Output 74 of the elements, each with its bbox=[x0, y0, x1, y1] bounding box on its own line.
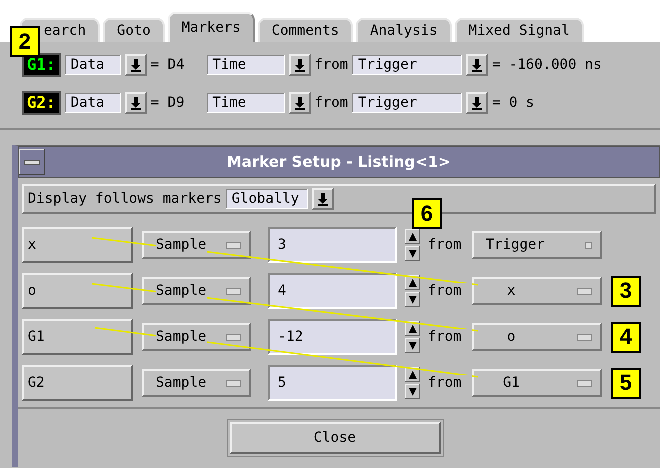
down-arrow-icon bbox=[294, 96, 306, 110]
dropdown-button[interactable] bbox=[124, 54, 147, 76]
up-arrow-icon bbox=[408, 278, 418, 288]
marker-name-button[interactable]: o bbox=[22, 273, 133, 309]
marker-label: G1: bbox=[27, 56, 56, 74]
down-arrow-icon bbox=[408, 294, 418, 304]
callout-number: 5 bbox=[611, 368, 641, 398]
reference-option[interactable]: o bbox=[472, 323, 602, 351]
unit-option[interactable]: Sample bbox=[142, 231, 251, 259]
unit-option[interactable]: Sample bbox=[142, 323, 251, 351]
decrement-button[interactable] bbox=[405, 246, 420, 261]
window-title: Marker Setup - Listing<1> bbox=[226, 153, 452, 171]
callout-number: 6 bbox=[412, 198, 442, 229]
increment-button[interactable] bbox=[405, 321, 420, 336]
tab[interactable]: Markers bbox=[168, 12, 255, 42]
offset-input[interactable]: -12 bbox=[268, 319, 397, 355]
reference-option[interactable]: Trigger bbox=[472, 231, 602, 259]
down-arrow-icon bbox=[316, 192, 329, 206]
dropdown-button[interactable] bbox=[466, 92, 488, 114]
mode-field[interactable]: Data bbox=[64, 55, 121, 75]
dropdown-button[interactable] bbox=[124, 92, 147, 114]
offset-input[interactable]: 5 bbox=[268, 365, 397, 401]
down-arrow-icon bbox=[471, 96, 484, 110]
down-arrow-icon bbox=[408, 340, 418, 350]
dropdown-button[interactable] bbox=[288, 92, 311, 114]
marker-value: = D4 bbox=[150, 57, 185, 73]
increment-button[interactable] bbox=[405, 229, 420, 244]
display-label: Display follows markers bbox=[28, 191, 222, 207]
reference-field[interactable]: Trigger bbox=[352, 55, 462, 75]
callout-number: 2 bbox=[10, 26, 40, 57]
tab[interactable]: Comments bbox=[258, 18, 354, 42]
result-value: = 0 s bbox=[492, 95, 534, 111]
down-arrow-icon bbox=[471, 58, 484, 72]
type-field[interactable]: Time bbox=[206, 93, 285, 113]
window-menu-button[interactable] bbox=[19, 149, 45, 175]
decrement-button[interactable] bbox=[405, 384, 420, 399]
reference-option[interactable]: x bbox=[472, 277, 602, 305]
callout-number: 3 bbox=[611, 276, 641, 306]
dropdown-button[interactable] bbox=[288, 54, 311, 76]
offset-input[interactable]: 3 bbox=[268, 227, 397, 263]
up-arrow-icon bbox=[408, 232, 418, 242]
decrement-button[interactable] bbox=[405, 338, 420, 353]
unit-option[interactable]: Sample bbox=[142, 369, 251, 397]
reference-option[interactable]: G1 bbox=[472, 369, 602, 397]
tab[interactable]: Mixed Signal bbox=[454, 18, 584, 42]
up-arrow-icon bbox=[408, 370, 418, 380]
down-arrow-icon bbox=[130, 58, 142, 72]
from-label: from bbox=[314, 95, 348, 111]
dropdown-button[interactable] bbox=[466, 54, 488, 76]
unit-option[interactable]: Sample bbox=[142, 277, 251, 305]
tab[interactable]: Goto bbox=[103, 18, 165, 42]
marker-name-button[interactable]: x bbox=[22, 227, 133, 263]
up-arrow-icon bbox=[408, 324, 418, 334]
down-arrow-icon bbox=[408, 386, 418, 396]
down-arrow-icon bbox=[408, 248, 418, 258]
from-label: from bbox=[314, 57, 348, 73]
type-field[interactable]: Time bbox=[206, 55, 285, 75]
offset-input[interactable]: 4 bbox=[268, 273, 397, 309]
reference-field[interactable]: Trigger bbox=[352, 93, 462, 113]
display-mode-field[interactable]: Globally bbox=[226, 189, 308, 209]
result-value: = -160.000 ns bbox=[492, 57, 602, 73]
marker-name-button[interactable]: G1 bbox=[22, 319, 133, 355]
mode-field[interactable]: Data bbox=[64, 93, 121, 113]
marker-value: = D9 bbox=[150, 95, 185, 111]
increment-button[interactable] bbox=[405, 367, 420, 382]
dropdown-button[interactable] bbox=[312, 188, 334, 210]
marker-label: G2: bbox=[27, 94, 56, 112]
down-arrow-icon bbox=[130, 96, 142, 110]
down-arrow-icon bbox=[294, 58, 306, 72]
marker-name-button[interactable]: G2 bbox=[22, 365, 133, 401]
callout-number: 4 bbox=[611, 322, 641, 352]
increment-button[interactable] bbox=[405, 275, 420, 290]
decrement-button[interactable] bbox=[405, 292, 420, 307]
tab[interactable]: Analysis bbox=[356, 18, 452, 42]
